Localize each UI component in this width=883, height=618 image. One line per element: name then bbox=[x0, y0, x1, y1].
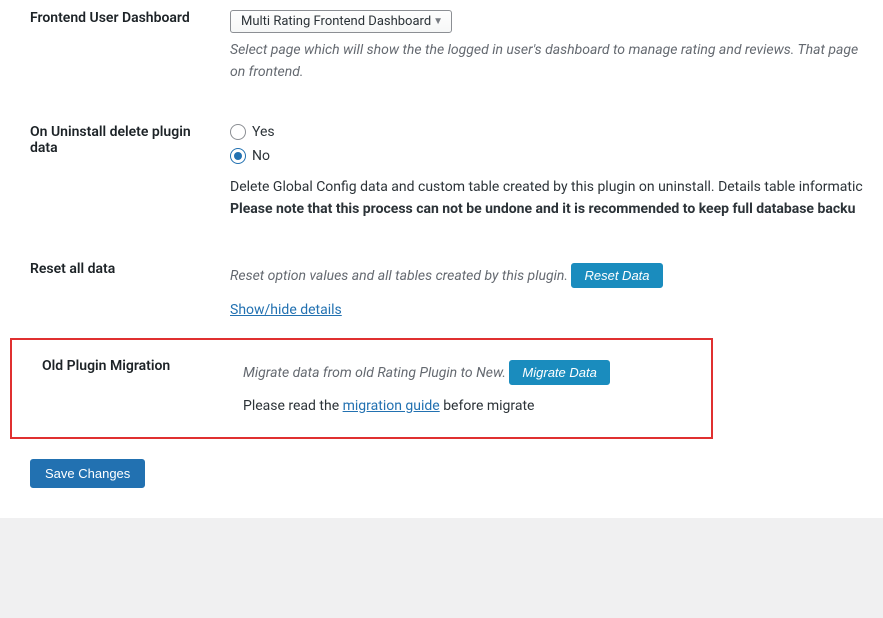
select-frontend-dashboard[interactable]: Multi Rating Frontend Dashboard ▼ bbox=[230, 10, 452, 33]
row-migration: Old Plugin Migration Migrate data from o… bbox=[10, 338, 713, 439]
migrate-data-button[interactable]: Migrate Data bbox=[509, 360, 609, 385]
desc-reset-data: Reset option values and all tables creat… bbox=[230, 268, 568, 284]
row-reset-data: Reset all data Reset option values and a… bbox=[0, 231, 883, 328]
radio-uninstall-yes[interactable]: Yes bbox=[230, 124, 863, 140]
label-migration: Old Plugin Migration bbox=[27, 358, 243, 417]
row-uninstall-delete: On Uninstall delete plugin data Yes No D… bbox=[0, 94, 883, 231]
save-changes-button[interactable]: Save Changes bbox=[30, 459, 145, 488]
migration-guide-link[interactable]: migration guide bbox=[343, 398, 440, 414]
migration-note: Please read the migration guide before m… bbox=[243, 395, 676, 417]
label-frontend-dashboard: Frontend User Dashboard bbox=[0, 10, 230, 84]
radio-icon bbox=[230, 148, 246, 164]
radio-label: Yes bbox=[252, 124, 275, 140]
row-frontend-dashboard: Frontend User Dashboard Multi Rating Fro… bbox=[0, 0, 883, 94]
radio-label: No bbox=[252, 148, 270, 164]
reset-data-button[interactable]: Reset Data bbox=[571, 263, 662, 288]
chevron-down-icon: ▼ bbox=[433, 16, 443, 27]
toggle-details-link[interactable]: Show/hide details bbox=[230, 302, 342, 318]
radio-uninstall-no[interactable]: No bbox=[230, 148, 863, 164]
label-uninstall-delete: On Uninstall delete plugin data bbox=[0, 124, 230, 221]
desc-frontend-dashboard: Select page which will show the the logg… bbox=[230, 39, 863, 84]
label-reset-data: Reset all data bbox=[0, 261, 230, 318]
select-value: Multi Rating Frontend Dashboard bbox=[241, 14, 431, 29]
warning-uninstall: Please note that this process can not be… bbox=[230, 201, 855, 217]
radio-icon bbox=[230, 124, 246, 140]
desc-uninstall-delete: Delete Global Config data and custom tab… bbox=[230, 176, 863, 221]
desc-migration: Migrate data from old Rating Plugin to N… bbox=[243, 365, 506, 381]
